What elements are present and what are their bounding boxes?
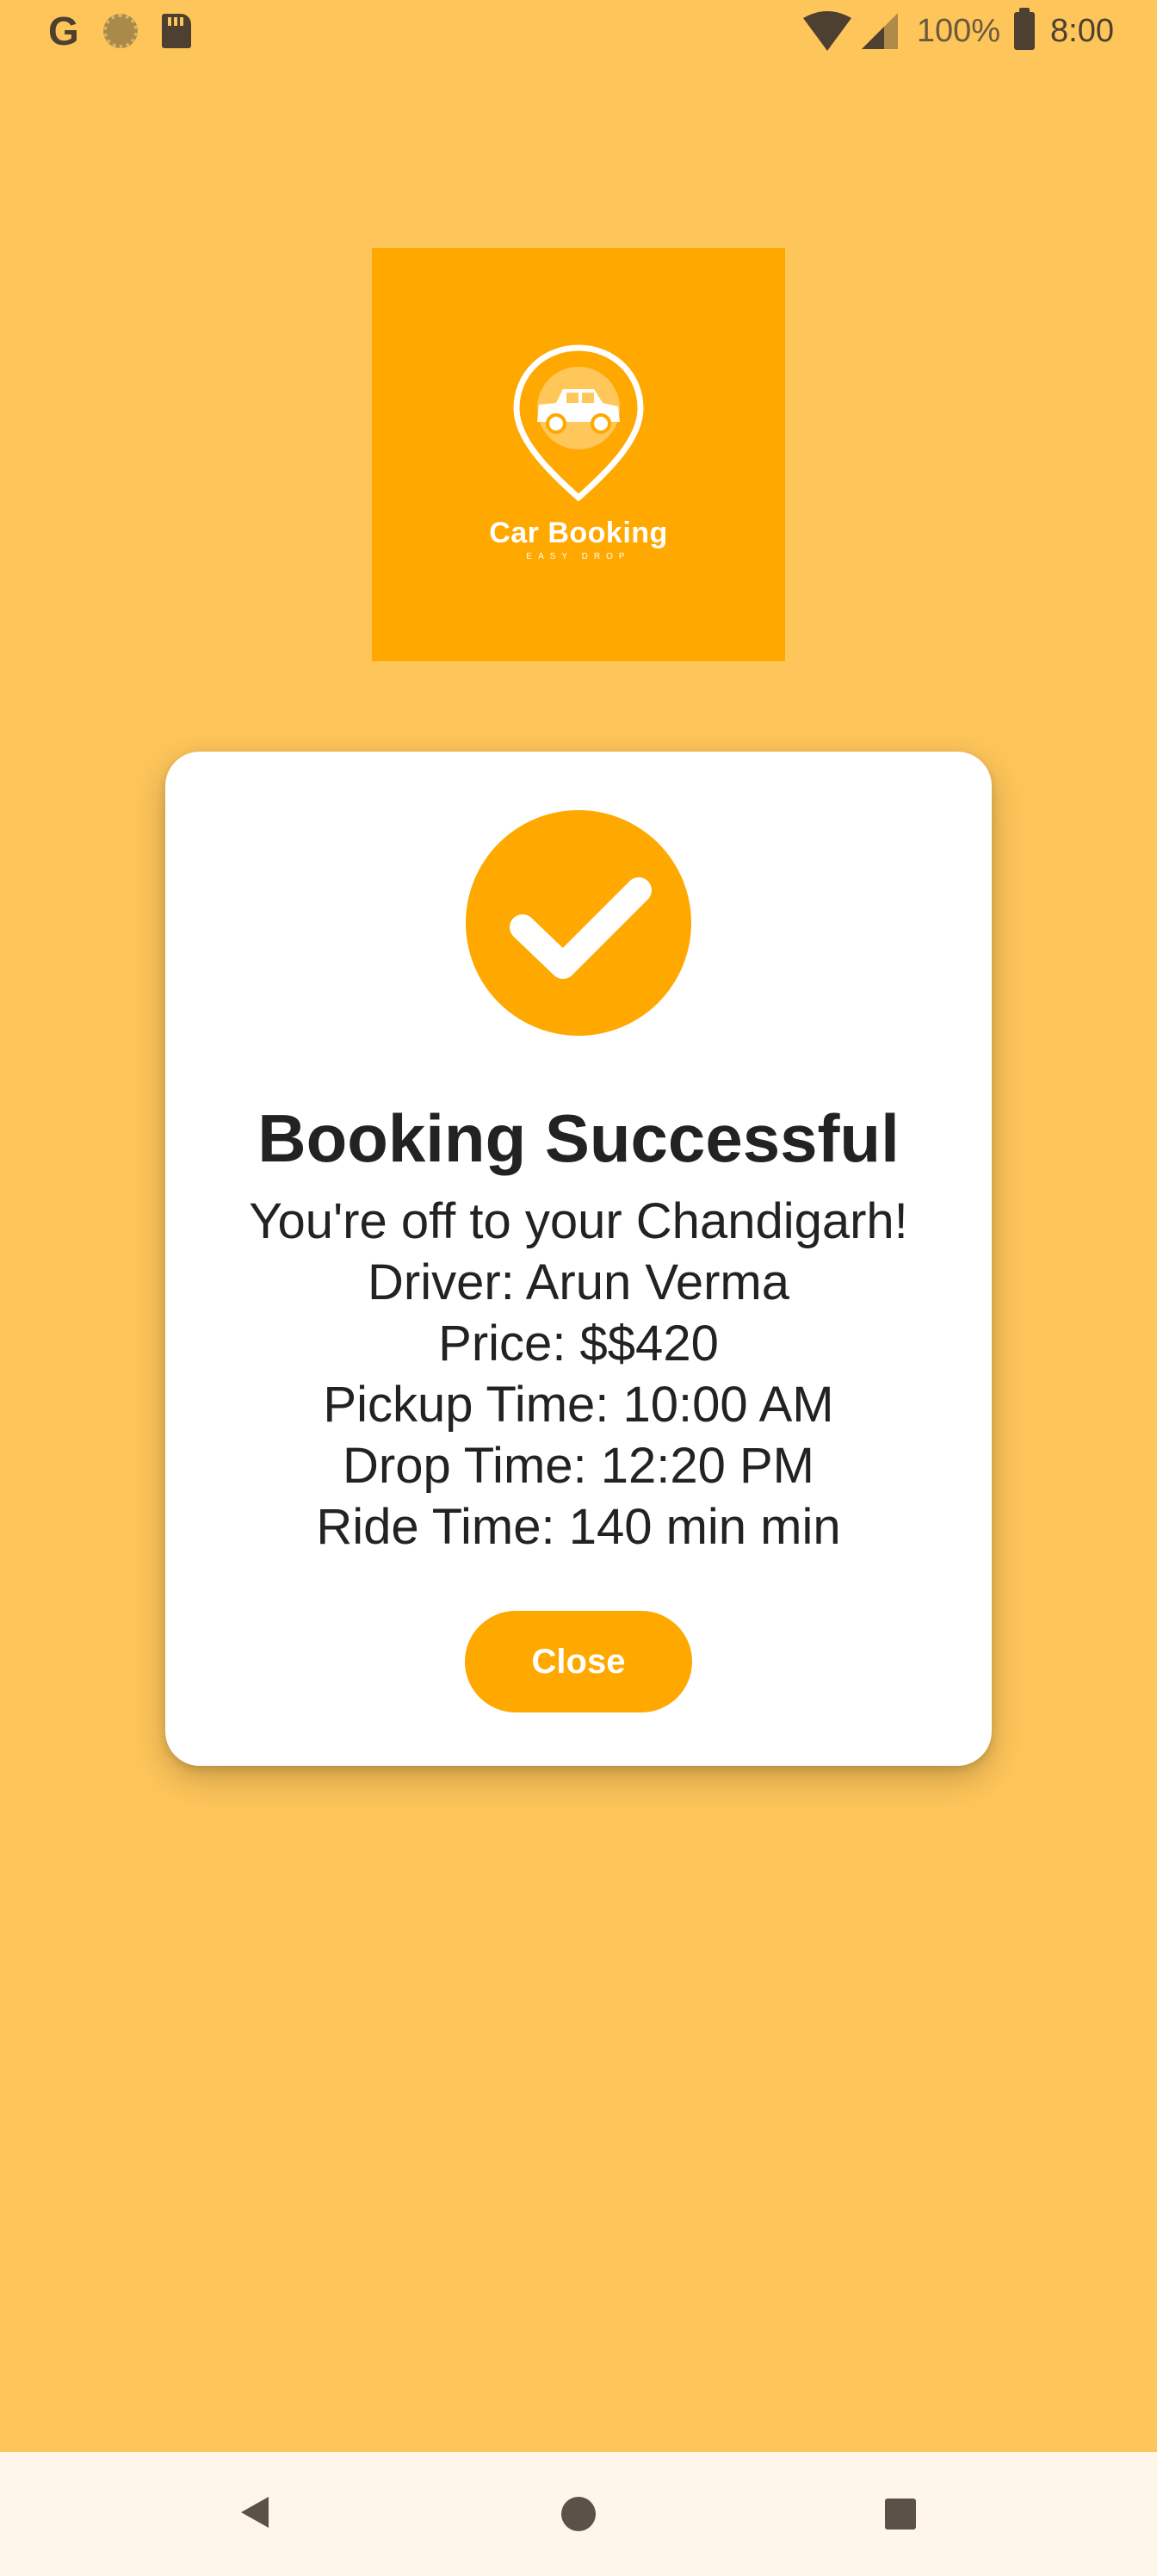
battery-percentage: 100% xyxy=(916,12,1001,49)
wifi-icon xyxy=(802,11,851,51)
sd-card-icon xyxy=(161,14,191,48)
dialog-title: Booking Successful xyxy=(257,1100,900,1176)
clock-time: 8:00 xyxy=(1050,12,1114,49)
ride-time-line: Ride Time: 140 min min xyxy=(316,1499,841,1555)
battery-icon xyxy=(1014,8,1036,50)
driver-line: Driver: Arun Verma xyxy=(368,1254,789,1310)
pickup-time-line: Pickup Time: 10:00 AM xyxy=(323,1377,834,1433)
logo-subtitle: EASY DROP xyxy=(526,552,631,561)
app-logo: Car Booking EASY DROP xyxy=(372,248,785,661)
status-left: G xyxy=(48,11,215,51)
price-line: Price: $$420 xyxy=(438,1316,719,1372)
status-right: 100% 8:00 xyxy=(793,8,1114,51)
sun-icon xyxy=(102,14,138,48)
home-icon[interactable] xyxy=(561,2497,596,2531)
checkmark-icon xyxy=(510,877,652,979)
status-bar: G 100% 8:00 xyxy=(0,0,1157,62)
back-icon[interactable] xyxy=(241,2497,269,2528)
car-location-pin-icon xyxy=(513,344,644,501)
recents-icon[interactable] xyxy=(885,2499,916,2530)
booking-details: You're off to your Chandigarh! Driver: A… xyxy=(249,1191,908,1557)
drop-time-line: Drop Time: 12:20 PM xyxy=(343,1438,814,1494)
close-button[interactable]: Close xyxy=(465,1611,692,1712)
destination-message: You're off to your Chandigarh! xyxy=(249,1193,908,1249)
logo-title: Car Booking xyxy=(489,517,668,549)
booking-success-dialog: Booking Successful You're off to your Ch… xyxy=(165,752,992,1766)
google-icon: G xyxy=(48,9,79,53)
signal-icon xyxy=(861,13,898,49)
navigation-bar xyxy=(0,2452,1157,2576)
success-check-icon xyxy=(466,810,691,1036)
